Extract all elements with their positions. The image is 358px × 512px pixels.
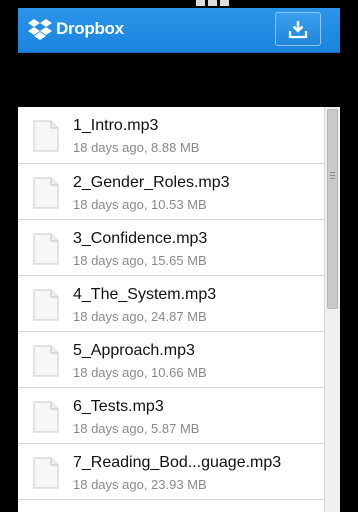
download-tray-icon: [288, 21, 308, 39]
app-logo[interactable]: Dropbox: [28, 18, 124, 40]
file-name: 3_Confidence.mp3: [73, 230, 208, 247]
wifi-icon: [208, 0, 217, 6]
app-bar: Dropbox: [18, 8, 340, 53]
file-row[interactable]: 3_Confidence.mp3 18 days ago, 15.65 MB: [18, 220, 324, 276]
file-name: 5_Approach.mp3: [73, 342, 195, 359]
toolbar-area: [18, 53, 340, 107]
file-name: 4_The_System.mp3: [73, 286, 217, 303]
download-button[interactable]: [275, 12, 321, 46]
app-title: Dropbox: [56, 19, 124, 38]
document-icon: [33, 345, 59, 377]
dropbox-logo-icon: [28, 19, 52, 40]
file-meta: 18 days ago, 5.87 MB: [73, 421, 200, 436]
file-meta: 18 days ago, 8.88 MB: [73, 140, 200, 155]
file-row[interactable]: 5_Approach.mp3 18 days ago, 10.66 MB: [18, 332, 324, 388]
signal-icon: [196, 0, 205, 6]
file-meta: 18 days ago, 24.87 MB: [73, 309, 207, 324]
file-row[interactable]: 1_Intro.mp3 18 days ago, 8.88 MB: [18, 107, 324, 164]
battery-icon: [220, 0, 229, 6]
scroll-down-arrow[interactable]: [324, 500, 340, 512]
file-meta: 18 days ago, 15.65 MB: [73, 253, 207, 268]
status-bar: [0, 0, 358, 8]
file-row[interactable]: 6_Tests.mp3 18 days ago, 5.87 MB: [18, 388, 324, 444]
file-row[interactable]: 2_Gender_Roles.mp3 18 days ago, 10.53 MB: [18, 164, 324, 220]
document-icon: [33, 233, 59, 265]
file-name: 7_Reading_Bod...guage.mp3: [73, 454, 282, 471]
file-meta: 18 days ago, 10.53 MB: [73, 197, 207, 212]
device-frame: Dropbox 1_Intro.mp3 18 days ago, 8.88 MB: [0, 0, 358, 512]
document-icon: [33, 457, 59, 489]
document-icon: [33, 289, 59, 321]
file-row[interactable]: 4_The_System.mp3 18 days ago, 24.87 MB: [18, 276, 324, 332]
document-icon: [33, 401, 59, 433]
document-icon: [33, 120, 59, 152]
app-screen: Dropbox 1_Intro.mp3 18 days ago, 8.88 MB: [18, 8, 340, 512]
file-meta: 18 days ago, 10.66 MB: [73, 365, 207, 380]
scrollbar[interactable]: [324, 107, 340, 512]
file-row[interactable]: 7_Reading_Bod...guage.mp3 18 days ago, 2…: [18, 444, 324, 500]
document-icon: [33, 177, 59, 209]
file-name: 6_Tests.mp3: [73, 398, 164, 415]
status-icons: [196, 0, 229, 7]
scroll-thumb[interactable]: [327, 109, 338, 309]
file-meta: 18 days ago, 23.93 MB: [73, 477, 207, 492]
file-name: 1_Intro.mp3: [73, 117, 159, 134]
file-name: 2_Gender_Roles.mp3: [73, 174, 230, 191]
grip-icon: [330, 172, 335, 181]
file-list: 1_Intro.mp3 18 days ago, 8.88 MB 2_Gende…: [18, 107, 324, 500]
